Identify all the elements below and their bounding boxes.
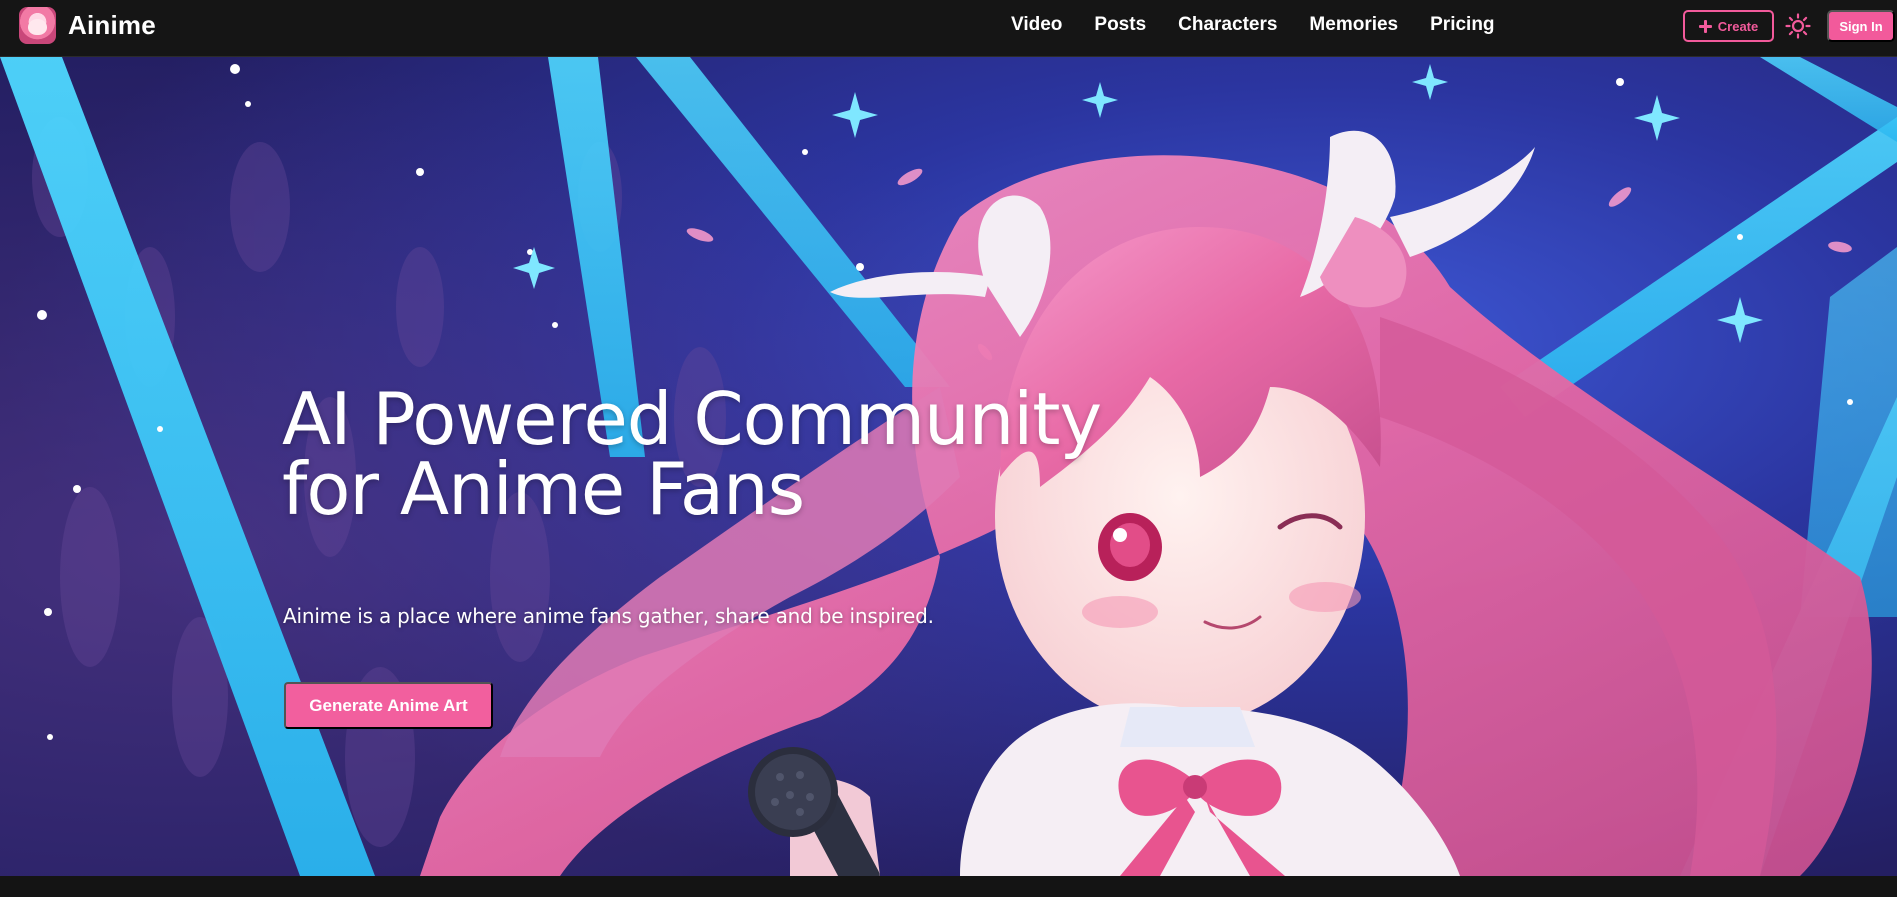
plus-icon <box>1698 19 1712 33</box>
anime-girl-avatar-icon <box>19 7 56 44</box>
brand[interactable]: Ainime <box>19 7 156 44</box>
nav-link-memories[interactable]: Memories <box>1309 14 1398 36</box>
create-button-label: Create <box>1717 18 1759 34</box>
headline-line-1: AI Powered Community <box>282 377 1102 461</box>
top-navbar: Ainime Video Posts Characters Memories P… <box>0 0 1897 57</box>
brand-name: Ainime <box>68 10 156 40</box>
nav-link-pricing[interactable]: Pricing <box>1430 14 1494 36</box>
sign-in-button[interactable]: Sign In <box>1827 10 1895 42</box>
generate-anime-art-button[interactable]: Generate Anime Art <box>284 682 493 729</box>
hero-headline: AI Powered Community for Anime Fans <box>282 377 1182 531</box>
create-button[interactable]: Create <box>1683 10 1774 42</box>
nav-link-characters[interactable]: Characters <box>1178 14 1277 36</box>
headline-line-2: for Anime Fans <box>282 447 805 531</box>
hero-subtitle: Ainime is a place where anime fans gathe… <box>283 604 934 628</box>
page-bottom-strip <box>0 876 1897 897</box>
nav-actions: Create Sign In <box>1683 10 1897 42</box>
main-nav: Video Posts Characters Memories Pricing <box>1011 0 1527 50</box>
nav-link-video[interactable]: Video <box>1011 14 1062 36</box>
nav-link-posts[interactable]: Posts <box>1094 14 1146 36</box>
hero-section: AI Powered Community for Anime Fans Aini… <box>0 57 1897 876</box>
sun-icon[interactable] <box>1785 13 1811 39</box>
